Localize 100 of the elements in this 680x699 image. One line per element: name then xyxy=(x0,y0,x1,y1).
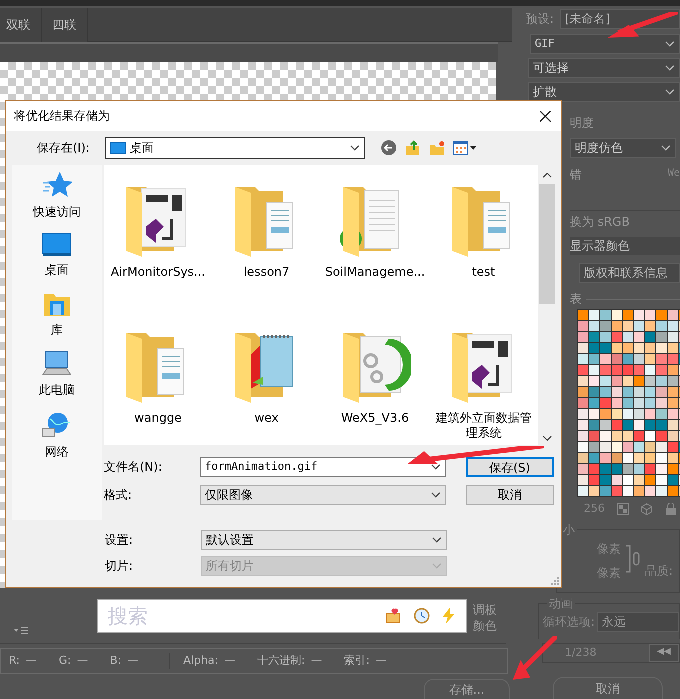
place-item[interactable]: 快速访问 xyxy=(17,171,97,221)
color-swatch[interactable] xyxy=(645,409,656,419)
color-swatch[interactable] xyxy=(645,464,656,474)
color-swatch[interactable] xyxy=(656,420,667,430)
color-swatch[interactable] xyxy=(622,409,633,419)
color-swatch[interactable] xyxy=(656,321,667,331)
color-swatch[interactable] xyxy=(578,464,588,474)
color-swatch[interactable] xyxy=(600,354,611,364)
color-swatch[interactable] xyxy=(668,321,678,331)
color-swatch[interactable] xyxy=(634,475,644,485)
dialog-button[interactable]: 取消 xyxy=(466,485,554,505)
file-item[interactable]: 建筑外立面数据管理系统 xyxy=(430,325,538,441)
color-swatch[interactable] xyxy=(600,332,611,342)
color-swatch[interactable] xyxy=(589,376,600,386)
color-swatch[interactable] xyxy=(656,354,667,364)
file-item[interactable]: SoilManageme... xyxy=(321,179,430,280)
color-swatch[interactable] xyxy=(656,332,667,342)
color-swatch[interactable] xyxy=(645,376,656,386)
color-swatch[interactable] xyxy=(634,387,644,397)
color-swatch[interactable] xyxy=(612,475,622,485)
color-swatch[interactable] xyxy=(612,398,622,408)
file-item[interactable]: lesson7 xyxy=(212,179,321,280)
color-swatch[interactable] xyxy=(668,420,678,430)
color-swatch[interactable] xyxy=(645,365,656,375)
color-swatch[interactable] xyxy=(622,453,633,463)
color-swatch[interactable] xyxy=(612,387,622,397)
color-swatch[interactable] xyxy=(578,354,588,364)
color-swatch[interactable] xyxy=(578,486,588,496)
location-select[interactable]: 桌面 xyxy=(105,137,365,159)
color-swatch[interactable] xyxy=(668,398,678,408)
color-swatch[interactable] xyxy=(645,398,656,408)
color-swatch[interactable] xyxy=(622,420,633,430)
color-swatch[interactable] xyxy=(612,442,622,452)
color-swatch[interactable] xyxy=(668,475,678,485)
color-swatch[interactable] xyxy=(589,398,600,408)
color-swatch[interactable] xyxy=(589,486,600,496)
color-swatch[interactable] xyxy=(668,343,678,353)
color-swatch[interactable] xyxy=(578,475,588,485)
color-swatch[interactable] xyxy=(668,431,678,441)
color-swatch[interactable] xyxy=(634,354,644,364)
color-swatch[interactable] xyxy=(578,409,588,419)
color-swatch[interactable] xyxy=(578,387,588,397)
color-swatch[interactable] xyxy=(634,343,644,353)
color-swatch[interactable] xyxy=(656,365,667,375)
color-swatch[interactable] xyxy=(600,420,611,430)
color-swatch[interactable] xyxy=(622,343,633,353)
color-swatch[interactable] xyxy=(645,354,656,364)
color-swatch[interactable] xyxy=(612,365,622,375)
color-swatch[interactable] xyxy=(656,376,667,386)
color-swatch[interactable] xyxy=(622,321,633,331)
color-swatch[interactable] xyxy=(645,442,656,452)
color-swatch[interactable] xyxy=(645,321,656,331)
color-swatch[interactable] xyxy=(656,486,667,496)
color-swatch[interactable] xyxy=(600,464,611,474)
color-swatch[interactable] xyxy=(612,420,622,430)
color-swatch[interactable] xyxy=(634,442,644,452)
color-swatch[interactable] xyxy=(634,453,644,463)
color-swatch[interactable] xyxy=(622,475,633,485)
color-swatch[interactable] xyxy=(645,420,656,430)
preview-select[interactable]: 显示器颜色 xyxy=(570,237,680,255)
color-swatch[interactable] xyxy=(634,398,644,408)
color-swatch[interactable] xyxy=(668,354,678,364)
color-swatch[interactable] xyxy=(656,343,667,353)
filename-field[interactable]: formAnimation.gif xyxy=(200,457,446,477)
color-swatch[interactable] xyxy=(668,486,678,496)
back-icon[interactable] xyxy=(381,140,397,156)
color-swatch[interactable] xyxy=(668,442,678,452)
color-swatch[interactable] xyxy=(656,475,667,485)
color-swatch[interactable] xyxy=(612,453,622,463)
color-swatch[interactable] xyxy=(612,310,622,320)
view-menu-button[interactable] xyxy=(453,141,477,155)
color-swatch[interactable] xyxy=(612,409,622,419)
color-swatch[interactable] xyxy=(634,321,644,331)
preset-field[interactable]: [未命名] xyxy=(560,9,680,29)
color-swatch[interactable] xyxy=(634,409,644,419)
metadata-select[interactable]: 版权和联系信息 xyxy=(579,263,680,283)
color-swatch[interactable] xyxy=(645,431,656,441)
color-swatch[interactable] xyxy=(645,310,656,320)
palette-select[interactable]: 可选择 xyxy=(528,58,680,78)
color-swatch[interactable] xyxy=(600,431,611,441)
color-swatch[interactable] xyxy=(589,387,600,397)
color-swatch[interactable] xyxy=(578,376,588,386)
color-swatch[interactable] xyxy=(612,486,622,496)
color-swatch[interactable] xyxy=(634,431,644,441)
color-swatch[interactable] xyxy=(656,442,667,452)
color-swatch[interactable] xyxy=(668,332,678,342)
color-swatch[interactable] xyxy=(656,310,667,320)
color-swatch[interactable] xyxy=(645,486,656,496)
color-swatch[interactable] xyxy=(578,420,588,430)
color-swatch[interactable] xyxy=(578,453,588,463)
file-item[interactable]: test xyxy=(430,179,538,280)
color-swatch[interactable] xyxy=(589,442,600,452)
color-swatch[interactable] xyxy=(578,431,588,441)
place-item[interactable]: 桌面 xyxy=(17,233,97,279)
color-swatch[interactable] xyxy=(612,321,622,331)
color-swatch[interactable] xyxy=(578,343,588,353)
settings-dropdown[interactable]: 默认设置 xyxy=(201,530,447,550)
color-swatch[interactable] xyxy=(622,332,633,342)
folder-up-icon[interactable] xyxy=(405,140,421,156)
color-swatch[interactable] xyxy=(634,420,644,430)
